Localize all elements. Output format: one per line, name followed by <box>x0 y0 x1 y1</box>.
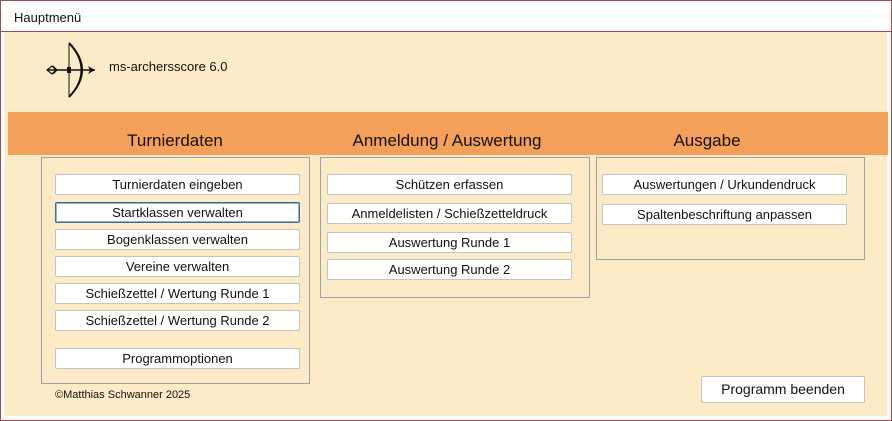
app-name: ms-archersscore 6.0 <box>109 59 228 74</box>
exit-program-button[interactable]: Programm beenden <box>701 376 865 403</box>
auswertung-runde-1-button[interactable]: Auswertung Runde 1 <box>327 232 572 253</box>
copyright-text: ©Matthias Schwanner 2025 <box>55 389 191 401</box>
schiesszettel-runde-1-button[interactable]: Schießzettel / Wertung Runde 1 <box>55 283 300 304</box>
vereine-verwalten-button[interactable]: Vereine verwalten <box>55 256 300 277</box>
spaltenbeschriftung-anpassen-button[interactable]: Spaltenbeschriftung anpassen <box>602 204 847 225</box>
programmoptionen-button[interactable]: Programmoptionen <box>55 348 300 369</box>
schuetzen-erfassen-button[interactable]: Schützen erfassen <box>327 174 572 195</box>
main-menu-content: ms-archersscore 6.0 Turnierdaten Anmeldu… <box>5 32 888 416</box>
section-title-anmeldung: Anmeldung / Auswertung <box>352 131 542 150</box>
schiesszettel-runde-2-button[interactable]: Schießzettel / Wertung Runde 2 <box>55 310 300 331</box>
bow-and-arrow-icon <box>46 42 95 98</box>
section-title-ausgabe: Ausgabe <box>673 131 741 150</box>
auswertungen-urkundendruck-button[interactable]: Auswertungen / Urkundendruck <box>602 174 847 195</box>
anmeldelisten-button[interactable]: Anmeldelisten / Schießzetteldruck <box>327 203 572 224</box>
title-bar: Hauptmenü <box>1 1 891 32</box>
turnierdaten-eingeben-button[interactable]: Turnierdaten eingeben <box>55 174 300 195</box>
bogenklassen-verwalten-button[interactable]: Bogenklassen verwalten <box>55 229 300 250</box>
main-menu-window: Hauptmenü ms-archersscore 6.0 Turnierdat… <box>0 0 892 421</box>
startklassen-verwalten-button[interactable]: Startklassen verwalten <box>55 202 300 223</box>
window-title: Hauptmenü <box>14 10 82 25</box>
section-title-turnierdaten: Turnierdaten <box>127 131 223 150</box>
auswertung-runde-2-button[interactable]: Auswertung Runde 2 <box>327 259 572 280</box>
